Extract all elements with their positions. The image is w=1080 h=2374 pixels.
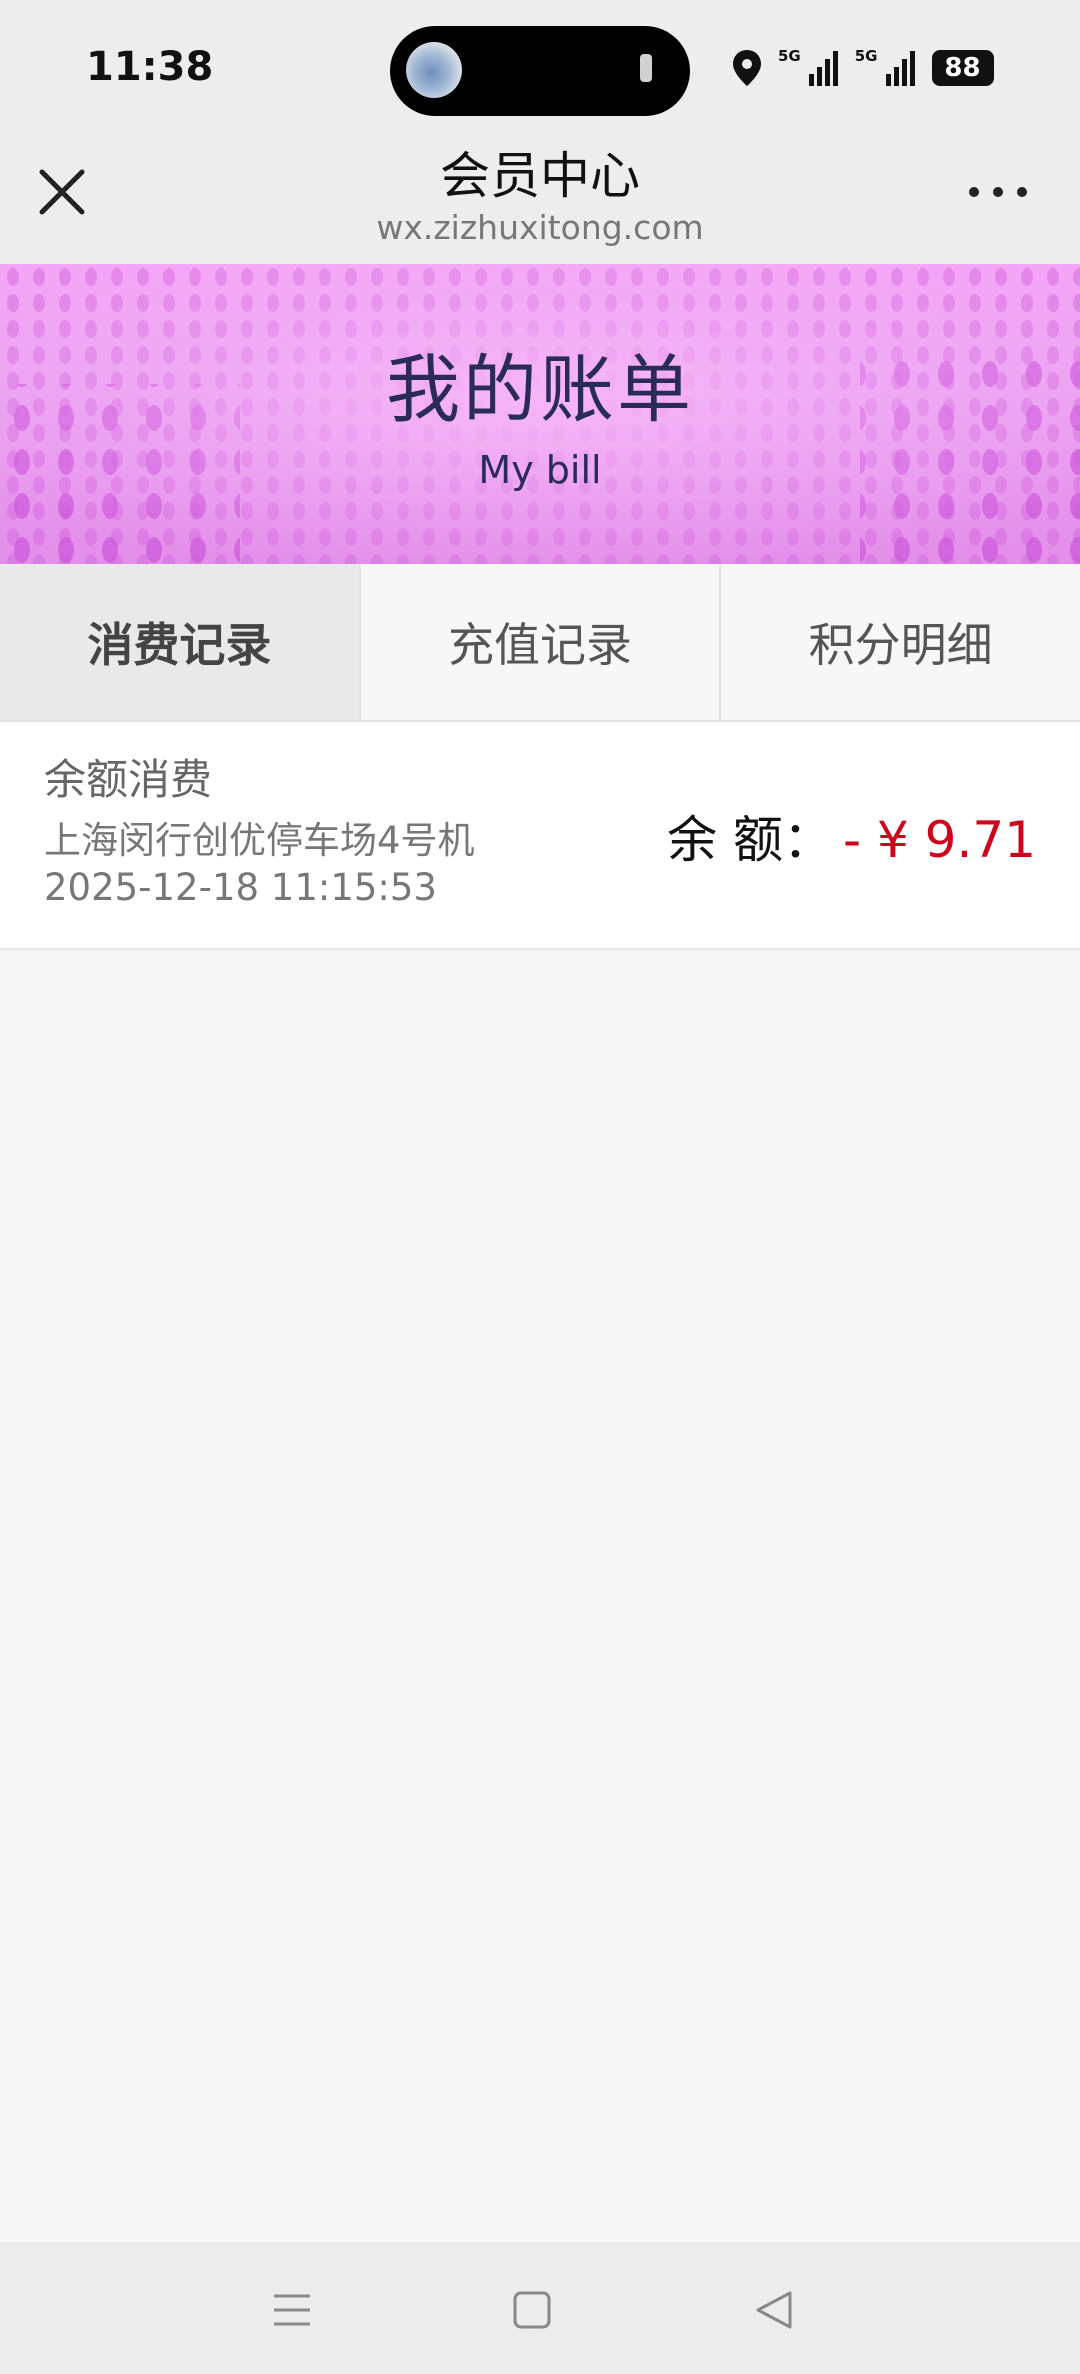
- banner-title: 我的账单: [386, 347, 694, 433]
- amount-label: 余 额：: [667, 811, 834, 869]
- home-icon[interactable]: [510, 2288, 554, 2332]
- tab-bar: 消费记录 充值记录 积分明细: [0, 564, 1080, 722]
- tab-consumption-records[interactable]: 消费记录: [0, 564, 361, 720]
- amount-value: - ¥ 9.71: [843, 811, 1036, 869]
- status-time: 11:38: [86, 44, 214, 90]
- tab-recharge-records[interactable]: 充值记录: [361, 564, 722, 720]
- status-icons: 5G 5G 88: [730, 44, 994, 92]
- network-type-2: 5G: [854, 47, 878, 65]
- back-icon[interactable]: [752, 2288, 796, 2332]
- more-icon[interactable]: [966, 180, 1030, 204]
- location-icon: [733, 50, 761, 86]
- signal-icon: [808, 51, 838, 86]
- activity-indicator-icon: [640, 54, 652, 82]
- record-type: 余额消费: [44, 755, 213, 804]
- menu-icon[interactable]: [270, 2288, 314, 2332]
- banner-subtitle: My bill: [478, 448, 602, 492]
- page-url: wx.zizhuxitong.com: [376, 208, 704, 247]
- tab-points-details[interactable]: 积分明细: [721, 564, 1080, 720]
- signal-icon: [885, 51, 915, 86]
- page-title: 会员中心: [440, 147, 640, 205]
- network-type-1: 5G: [778, 47, 801, 65]
- record-amount: 余 额： - ¥ 9.71: [667, 800, 1036, 872]
- record-datetime: 2025-12-18 11:15:53: [44, 866, 437, 909]
- record-location: 上海闵行创优停车场4号机: [44, 819, 475, 862]
- app-avatar-icon: [406, 42, 462, 98]
- battery-icon: 88: [931, 50, 994, 86]
